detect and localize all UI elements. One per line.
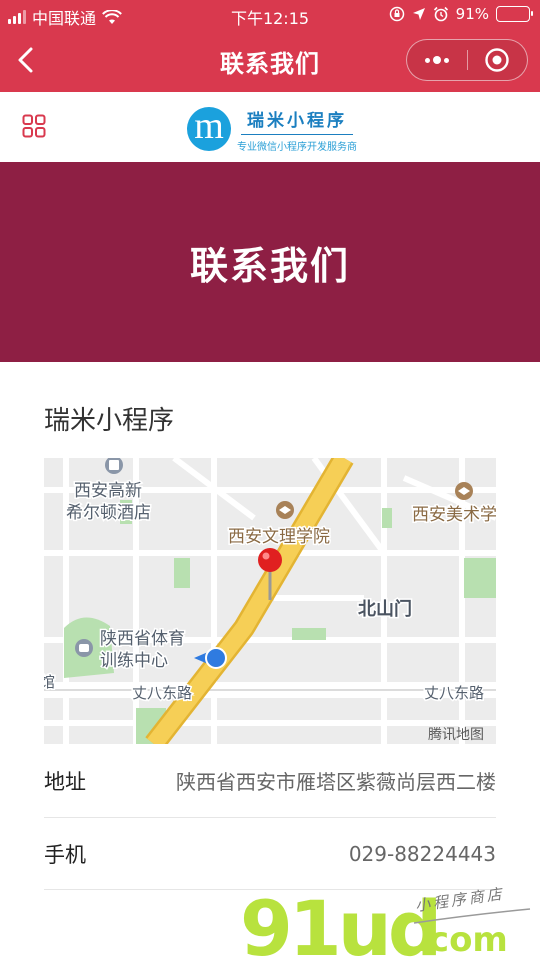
map-label-road-left: 丈八东路 [132,684,192,702]
brand-name: 瑞米小程序 [241,104,353,135]
map-label-edge: 馆 [44,673,55,691]
address-value: 陕西省西安市雁塔区紫薇尚层西二楼 [176,770,496,794]
map-label-sports-2: 训练中心 [100,651,168,671]
svg-text:91ud: 91ud [240,885,438,960]
brand-bar: m 瑞米小程序 专业微信小程序开发服务商 [0,92,540,162]
location-map[interactable]: 西安高新 希尔顿酒店 陕西省体育 训练中心 丈八东路 丈八东路 馆 西安文理学院… [44,458,496,744]
brand-logo: m 瑞米小程序 专业微信小程序开发服务商 [187,104,357,153]
nav-bar: 联系我们 [0,30,540,92]
page-banner: 联系我们 [0,162,540,362]
map-provider: 腾讯地图 [428,726,484,743]
logo-mark: m [187,106,231,151]
location-arrow-icon [412,8,425,20]
map-label-college: 西安文理学院 [228,527,330,547]
address-row: 地址 陕西省西安市雁塔区紫薇尚层西二楼 [44,744,496,818]
more-dots-icon [424,56,449,64]
rotation-lock-icon [389,6,404,22]
more-button[interactable] [407,40,467,80]
map-label-hotel-2: 希尔顿酒店 [66,503,151,523]
target-circle-icon [485,48,509,72]
map-label-art: 西安美术学 [412,505,496,525]
status-bar: 中国联通 下午12:15 91% [0,0,540,30]
brand-tagline: 专业微信小程序开发服务商 [237,142,357,153]
svg-text:.com: .com [416,920,508,960]
grid-icon [22,114,46,138]
menu-grid-button[interactable] [22,114,46,138]
alarm-icon [433,6,448,22]
phone-value[interactable]: 029-88224443 [349,842,496,866]
battery-icon [496,6,533,22]
battery-percent: 91% [455,5,489,23]
map-label-road-right: 丈八东路 [424,684,484,702]
phone-label: 手机 [44,842,86,867]
address-label: 地址 [44,769,86,794]
phone-row[interactable]: 手机 029-88224443 [44,818,496,890]
map-label-sports-1: 陕西省体育 [100,629,185,649]
map-label-area: 北山门 [358,598,412,620]
banner-title: 联系我们 [189,243,350,288]
map-label-hotel-1: 西安高新 [74,481,142,501]
company-name: 瑞米小程序 [44,406,175,436]
close-mini-program-button[interactable] [468,40,528,80]
mini-program-capsule [406,39,528,81]
watermark-logo: 91ud .com 小程序商店 [240,885,531,960]
